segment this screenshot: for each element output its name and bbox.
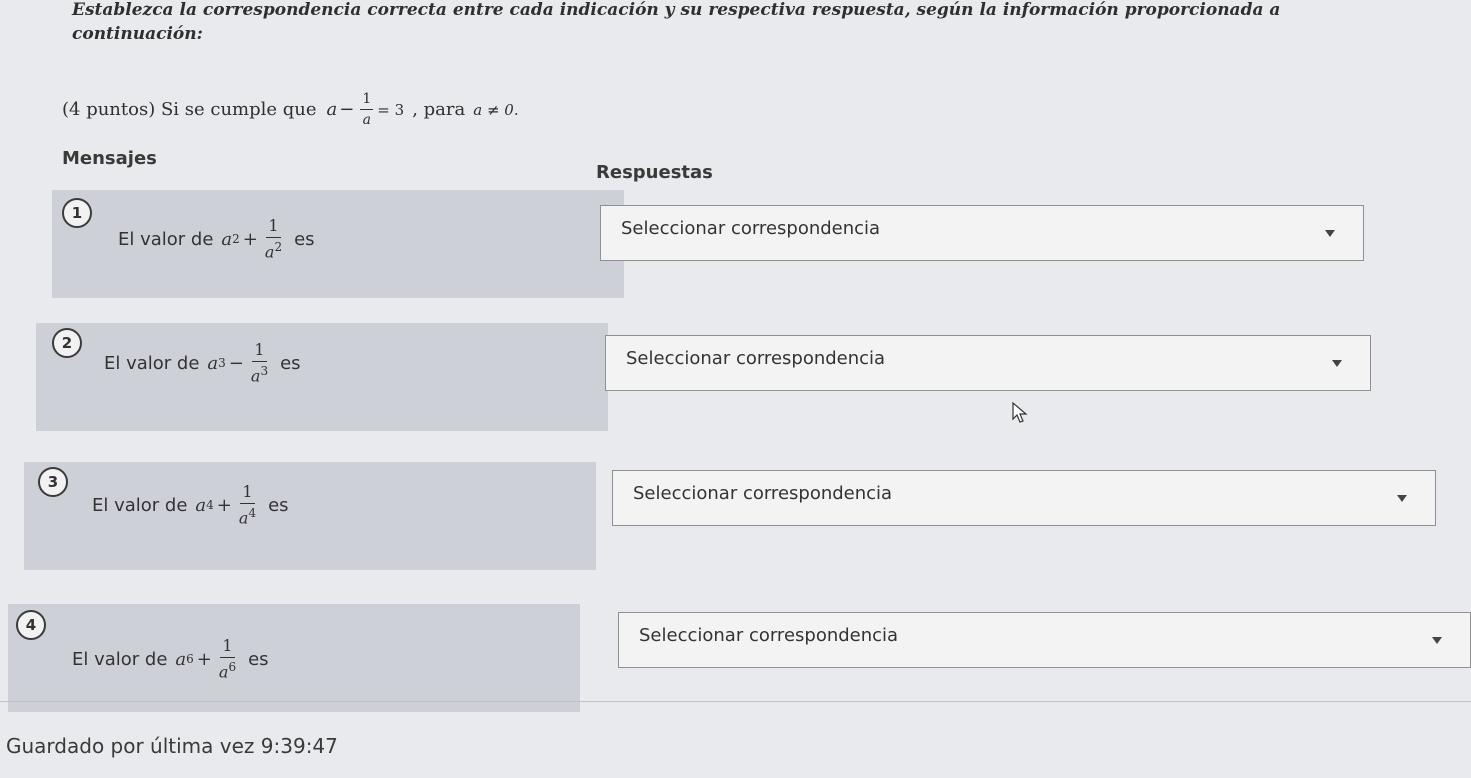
expr-base: a — [207, 352, 219, 374]
message-prefix: El valor de — [104, 352, 200, 374]
statement-rhs: = 3 — [377, 100, 405, 119]
expr-operator: + — [242, 228, 258, 250]
chevron-down-icon — [1432, 637, 1442, 644]
den-base: a — [218, 662, 229, 682]
message-expression: a6 + 1 a6 — [175, 638, 240, 680]
select-placeholder: Seleccionar correspondencia — [633, 483, 893, 504]
fraction-denominator: a6 — [219, 658, 236, 680]
message-text: El valor de a4 + 1 a4 es — [92, 484, 289, 526]
message-text: El valor de a3 − 1 a3 es — [104, 342, 301, 384]
statement-fraction: 1 a — [360, 92, 374, 128]
mouse-pointer-icon — [1012, 402, 1028, 423]
statement-minus: − — [339, 99, 355, 120]
footer-divider — [0, 701, 1471, 702]
select-placeholder: Seleccionar correspondencia — [626, 348, 886, 369]
den-exponent: 6 — [228, 660, 237, 674]
fraction-numerator: 1 — [220, 638, 235, 658]
select-placeholder: Seleccionar correspondencia — [639, 625, 899, 646]
item-number-badge: 3 — [38, 467, 68, 497]
fraction-numerator: 1 — [252, 342, 267, 362]
den-base: a — [238, 508, 249, 528]
response-select[interactable]: Seleccionar correspondencia — [612, 470, 1436, 526]
statement-var: a — [326, 99, 338, 120]
select-placeholder: Seleccionar correspondencia — [621, 218, 881, 239]
chevron-down-icon — [1332, 360, 1342, 367]
expr-base: a — [175, 648, 187, 670]
den-exponent: 3 — [260, 364, 269, 378]
expr-exponent: 4 — [206, 498, 214, 513]
response-select[interactable]: Seleccionar correspondencia — [600, 205, 1364, 261]
fraction-denominator: a4 — [239, 504, 256, 526]
expr-fraction: 1 a3 — [251, 342, 268, 384]
den-exponent: 4 — [248, 506, 257, 520]
chevron-down-icon — [1325, 230, 1335, 237]
response-select[interactable]: Seleccionar correspondencia — [618, 612, 1471, 668]
response-select[interactable]: Seleccionar correspondencia — [605, 335, 1371, 391]
expr-operator: − — [228, 352, 244, 374]
statement-prefix: (4 puntos) Si se cumple que — [62, 99, 317, 120]
message-text: El valor de a2 + 1 a2 es — [118, 218, 315, 260]
message-text: El valor de a6 + 1 a6 es — [72, 638, 269, 680]
message-expression: a3 − 1 a3 — [207, 342, 272, 384]
expr-base: a — [195, 494, 207, 516]
message-suffix: es — [280, 352, 301, 374]
fraction-numerator: 1 — [266, 218, 281, 238]
item-number-badge: 2 — [52, 328, 82, 358]
expr-exponent: 6 — [186, 652, 194, 667]
den-base: a — [250, 366, 261, 386]
den-base: a — [264, 242, 275, 262]
expr-exponent: 3 — [218, 356, 226, 371]
message-expression: a4 + 1 a4 — [195, 484, 260, 526]
expr-exponent: 2 — [232, 232, 240, 247]
statement-condition: a ≠ 0. — [473, 100, 519, 119]
saved-status: Guardado por última vez 9:39:47 — [6, 734, 338, 758]
item-number-badge: 4 — [16, 610, 46, 640]
instructions-text: Establezca la correspondencia correcta e… — [72, 0, 1281, 44]
message-expression: a2 + 1 a2 — [221, 218, 286, 260]
den-exponent: 2 — [274, 240, 283, 254]
fraction-denominator: a3 — [251, 362, 268, 384]
message-prefix: El valor de — [118, 228, 214, 250]
message-suffix: es — [268, 494, 289, 516]
statement-middle: , para — [412, 99, 466, 120]
message-prefix: El valor de — [72, 648, 168, 670]
expr-base: a — [221, 228, 233, 250]
expr-fraction: 1 a4 — [239, 484, 256, 526]
message-suffix: es — [248, 648, 269, 670]
problem-statement: (4 puntos) Si se cumple que a − 1 a = 3 … — [62, 92, 519, 127]
expr-fraction: 1 a6 — [219, 638, 236, 680]
message-prefix: El valor de — [92, 494, 188, 516]
mensajes-header: Mensajes — [62, 148, 157, 169]
chevron-down-icon — [1397, 495, 1407, 502]
respuestas-header: Respuestas — [596, 162, 713, 183]
expr-operator: + — [216, 494, 232, 516]
fraction-numerator: 1 — [360, 92, 374, 110]
fraction-denominator: a — [362, 112, 372, 128]
expr-fraction: 1 a2 — [265, 218, 282, 260]
message-suffix: es — [294, 228, 315, 250]
fraction-numerator: 1 — [240, 484, 255, 504]
item-number-badge: 1 — [62, 198, 92, 228]
fraction-denominator: a2 — [265, 238, 282, 260]
expr-operator: + — [196, 648, 212, 670]
